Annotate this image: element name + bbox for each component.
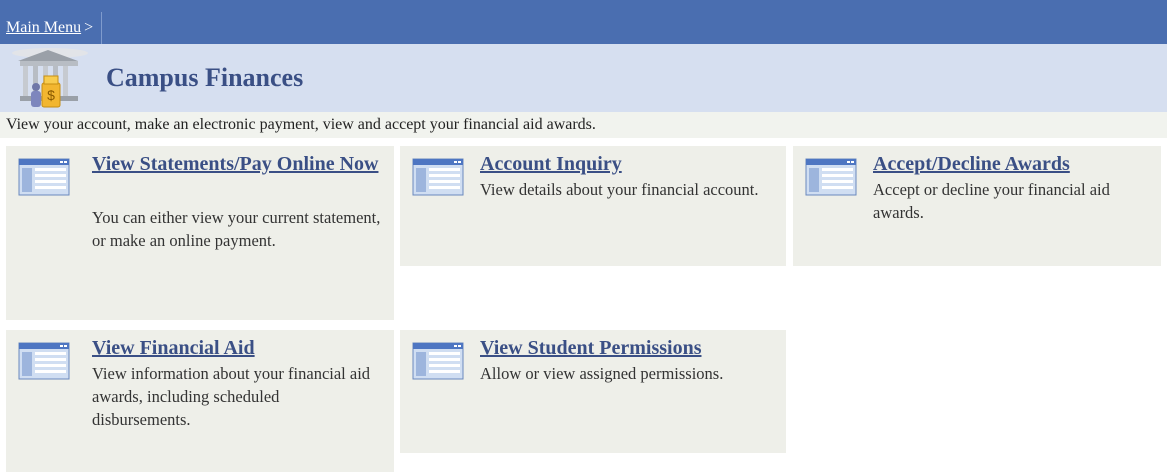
window-page-icon [18, 342, 70, 380]
breadcrumb-cell: Main Menu > [6, 12, 103, 44]
page-header: $ Campus Finances [0, 44, 1167, 112]
view-student-permissions-link[interactable]: View Student Permissions [480, 336, 780, 361]
page-description: View your account, make an electronic pa… [0, 112, 1167, 138]
window-page-icon [412, 158, 464, 196]
view-financial-aid-description: View information about your financial ai… [92, 364, 371, 429]
account-inquiry-link[interactable]: Account Inquiry [480, 152, 780, 177]
view-student-permissions-description: Allow or view assigned permissions. [480, 364, 724, 383]
window-page-icon [18, 158, 70, 196]
page-title: Campus Finances [106, 63, 304, 92]
tile-accept-decline-awards: Accept/Decline Awards Accept or decline … [793, 146, 1161, 266]
breadcrumb: Main Menu > [0, 12, 1167, 44]
window-page-icon [412, 342, 464, 380]
bank-building-icon: $ [12, 48, 88, 108]
view-financial-aid-link[interactable]: View Financial Aid [92, 336, 387, 361]
accept-decline-awards-link[interactable]: Accept/Decline Awards [873, 152, 1158, 177]
top-strip [0, 0, 1167, 12]
tile-view-student-permissions: View Student Permissions Allow or view a… [400, 330, 786, 453]
svg-text:$: $ [47, 87, 55, 103]
main-menu-link[interactable]: Main Menu [6, 19, 81, 36]
accept-decline-awards-description: Accept or decline your financial aid awa… [873, 180, 1110, 222]
tile-account-inquiry: Account Inquiry View details about your … [400, 146, 786, 266]
breadcrumb-separator: > [84, 19, 94, 36]
window-page-icon [805, 158, 857, 196]
account-inquiry-description: View details about your financial accoun… [480, 180, 759, 199]
tile-view-statements: View Statements/Pay Online Now You can e… [6, 146, 394, 320]
tile-view-financial-aid: View Financial Aid View information abou… [6, 330, 394, 472]
view-statements-description: You can either view your current stateme… [92, 208, 381, 250]
view-statements-link[interactable]: View Statements/Pay Online Now [92, 152, 387, 177]
